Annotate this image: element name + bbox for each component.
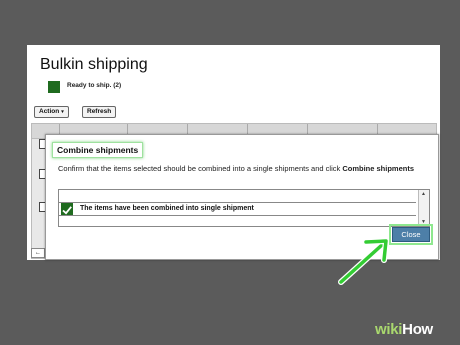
- wikihow-watermark: wikiHow: [375, 321, 433, 338]
- highlight-arrow-icon: [338, 238, 389, 285]
- watermark-how: How: [402, 321, 433, 338]
- watermark-wiki: wiki: [375, 321, 403, 338]
